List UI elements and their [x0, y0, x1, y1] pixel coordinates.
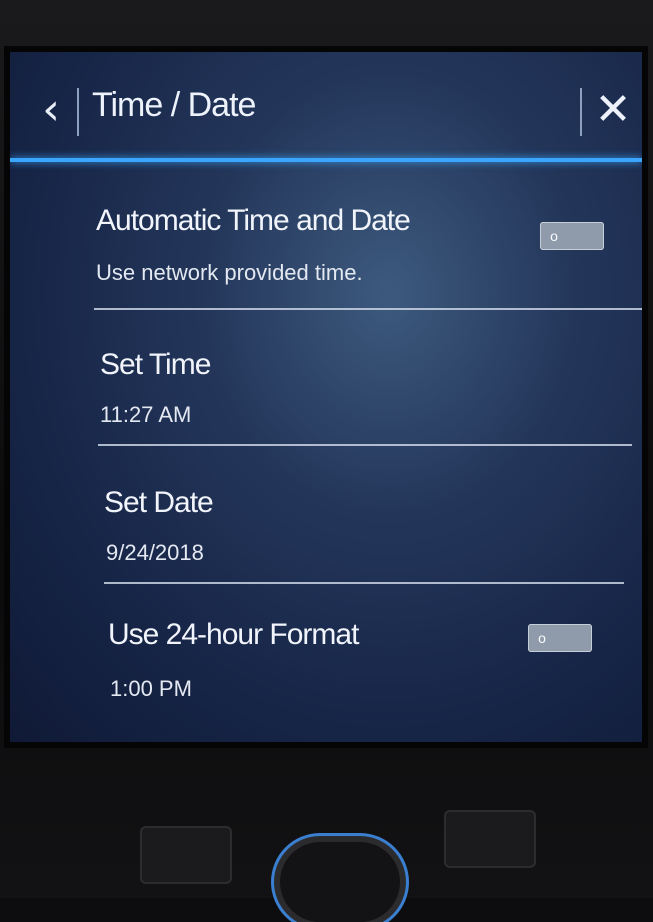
setting-label: Set Time	[100, 348, 211, 381]
setting-row-automatic-time[interactable]: Automatic Time and Date Use network prov…	[10, 162, 642, 308]
setting-row-set-time[interactable]: Set Time 11:27 AM	[10, 310, 642, 442]
page-title: Time / Date	[92, 86, 256, 124]
hardware-button-right[interactable]	[444, 810, 536, 868]
display-screen: ‹ Time / Date ✕ Automatic Time and Date …	[10, 52, 642, 742]
close-button[interactable]: ✕	[590, 80, 636, 140]
setting-subtitle: Use network provided time.	[96, 260, 363, 285]
volume-knob[interactable]	[280, 842, 400, 922]
setting-label: Set Date	[104, 486, 214, 519]
setting-subtitle: 11:27 AM	[100, 402, 192, 427]
back-button[interactable]: ‹	[28, 80, 74, 140]
toggle-knob: o	[538, 630, 546, 646]
setting-subtitle: 9/24/2018	[106, 540, 204, 565]
title-separator-left	[77, 88, 79, 136]
setting-row-set-date[interactable]: Set Date 9/24/2018	[10, 446, 642, 578]
close-icon: ✕	[594, 84, 632, 135]
setting-label: Automatic Time and Date	[96, 204, 411, 237]
toggle-knob: o	[550, 228, 558, 244]
automatic-time-toggle[interactable]: o	[540, 222, 604, 250]
chevron-left-icon: ‹	[42, 84, 60, 135]
title-separator-right	[580, 88, 582, 136]
setting-subtitle: 1:00 PM	[110, 676, 192, 701]
setting-label: Use 24-hour Format	[108, 618, 359, 651]
title-bar: ‹ Time / Date ✕	[10, 52, 642, 160]
setting-row-24-hour-format[interactable]: Use 24-hour Format 1:00 PM o	[10, 584, 642, 734]
24-hour-format-toggle[interactable]: o	[528, 624, 592, 652]
hardware-button-left[interactable]	[140, 826, 232, 884]
